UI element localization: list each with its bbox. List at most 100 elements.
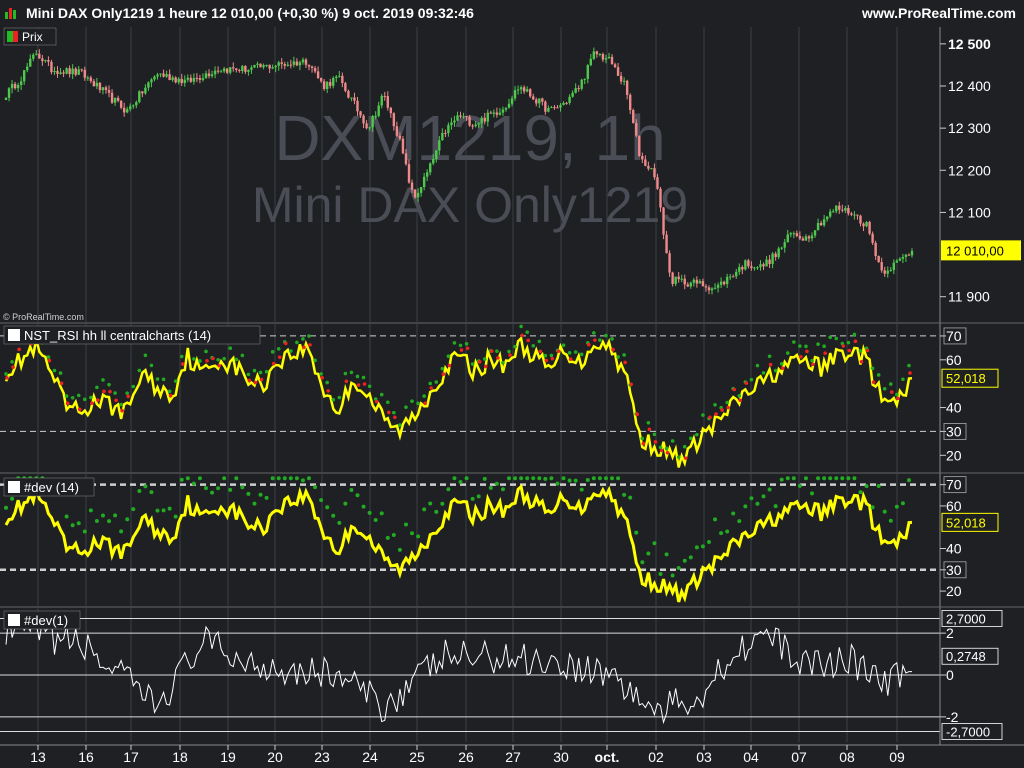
price-candle: [171, 75, 174, 82]
price-candle: [738, 263, 741, 275]
price-candle: [22, 69, 26, 85]
green-dot: [410, 399, 414, 403]
green-dot: [822, 476, 827, 481]
red-dot: [738, 398, 743, 403]
red-dot: [447, 363, 452, 368]
rsi-legend[interactable]: NST_RSI hh ll centralcharts (14): [3, 325, 261, 345]
red-dot: [393, 415, 397, 420]
red-dot: [865, 348, 870, 353]
chart-area[interactable]: DXM1219, 1h Mini DAX Only1219 12 500 12 4…: [0, 0, 1024, 768]
osc-tick-label: 40: [946, 541, 962, 557]
x-tick-label: 18: [172, 749, 188, 765]
price-candle: [638, 135, 641, 157]
price-candle: [265, 64, 268, 68]
price-candle: [668, 250, 671, 277]
price-candle: [110, 89, 114, 105]
price-tick-label: 12 200: [948, 162, 991, 178]
price-candle: [338, 70, 341, 78]
green-dot: [719, 531, 724, 536]
price-candle: [783, 238, 786, 253]
price-candle: [825, 216, 829, 222]
price-candle: [289, 59, 293, 69]
red-dot: [732, 387, 737, 392]
price-legend[interactable]: Prix: [3, 27, 57, 46]
green-dot: [603, 476, 608, 481]
price-candle: [325, 80, 329, 94]
red-dot: [708, 415, 712, 420]
green-dot: [319, 372, 323, 376]
price-candle: [219, 69, 223, 73]
red-dot: [526, 338, 530, 343]
red-dot: [77, 407, 82, 412]
price-candle: [801, 236, 805, 241]
green-dot: [500, 487, 505, 492]
green-dot: [882, 509, 887, 514]
price-candle: [841, 204, 844, 213]
green-dot: [113, 391, 117, 395]
price-candle: [671, 271, 674, 287]
price-candle: [250, 65, 253, 74]
green-dot: [95, 385, 99, 390]
green-dot: [634, 530, 639, 535]
red-dot: [811, 362, 815, 367]
price-legend-label: Prix: [22, 30, 43, 44]
red-dot: [490, 349, 494, 354]
price-candle: [283, 61, 286, 70]
price-candle: [868, 220, 871, 236]
green-dot: [198, 359, 202, 363]
price-candle: [753, 266, 756, 271]
green-dot: [628, 495, 633, 500]
price-candle: [583, 78, 586, 85]
red-dot: [320, 375, 324, 380]
green-dot: [452, 476, 457, 481]
price-candle: [341, 72, 344, 88]
price-candle: [689, 281, 693, 289]
dev1-tick-label: 0: [946, 667, 954, 683]
green-dot: [94, 519, 99, 524]
dev14-legend[interactable]: #dev (14): [3, 477, 95, 497]
price-candle: [347, 89, 350, 99]
green-dot: [682, 444, 687, 449]
green-dot: [531, 476, 536, 481]
dev1-last-label: 0,2748: [946, 649, 986, 664]
x-tick-label: 24: [362, 749, 378, 765]
dev1-tick-label: 2: [946, 625, 954, 641]
green-dot: [592, 331, 596, 335]
green-dot: [428, 501, 433, 506]
price-candle: [307, 64, 311, 71]
price-candle: [889, 267, 892, 272]
red-dot: [277, 355, 282, 360]
price-candle: [774, 251, 777, 261]
green-dot: [319, 498, 324, 503]
watermark-line-2: Mini DAX Only1219: [252, 177, 688, 233]
red-dot: [520, 333, 524, 338]
green-dot: [610, 337, 614, 341]
green-dot: [755, 501, 760, 506]
price-candle: [589, 54, 593, 67]
green-dot: [852, 476, 857, 481]
green-dot: [276, 476, 281, 481]
rsi-series-line: [4, 483, 913, 603]
green-dot: [258, 370, 263, 375]
price-candle: [268, 64, 271, 74]
green-dot: [204, 349, 208, 354]
red-dot: [544, 358, 549, 363]
price-candle: [47, 56, 50, 66]
red-dot: [805, 349, 809, 354]
dev1-legend[interactable]: #dev(1): [3, 610, 81, 630]
price-candle: [232, 62, 235, 72]
red-dot: [362, 382, 367, 386]
price-candle: [310, 65, 314, 73]
red-dot: [908, 371, 912, 375]
price-candle: [847, 205, 850, 216]
green-dot: [343, 501, 348, 506]
green-dot: [549, 353, 554, 358]
red-dot: [168, 393, 173, 398]
price-candle: [386, 91, 389, 111]
red-dot: [714, 412, 718, 416]
green-dot: [367, 384, 372, 389]
price-tick-label: 12 300: [948, 120, 991, 136]
rsi-legend-label: NST_RSI hh ll centralcharts (14): [24, 328, 211, 343]
price-candle: [771, 252, 774, 269]
price-candle: [68, 65, 71, 78]
